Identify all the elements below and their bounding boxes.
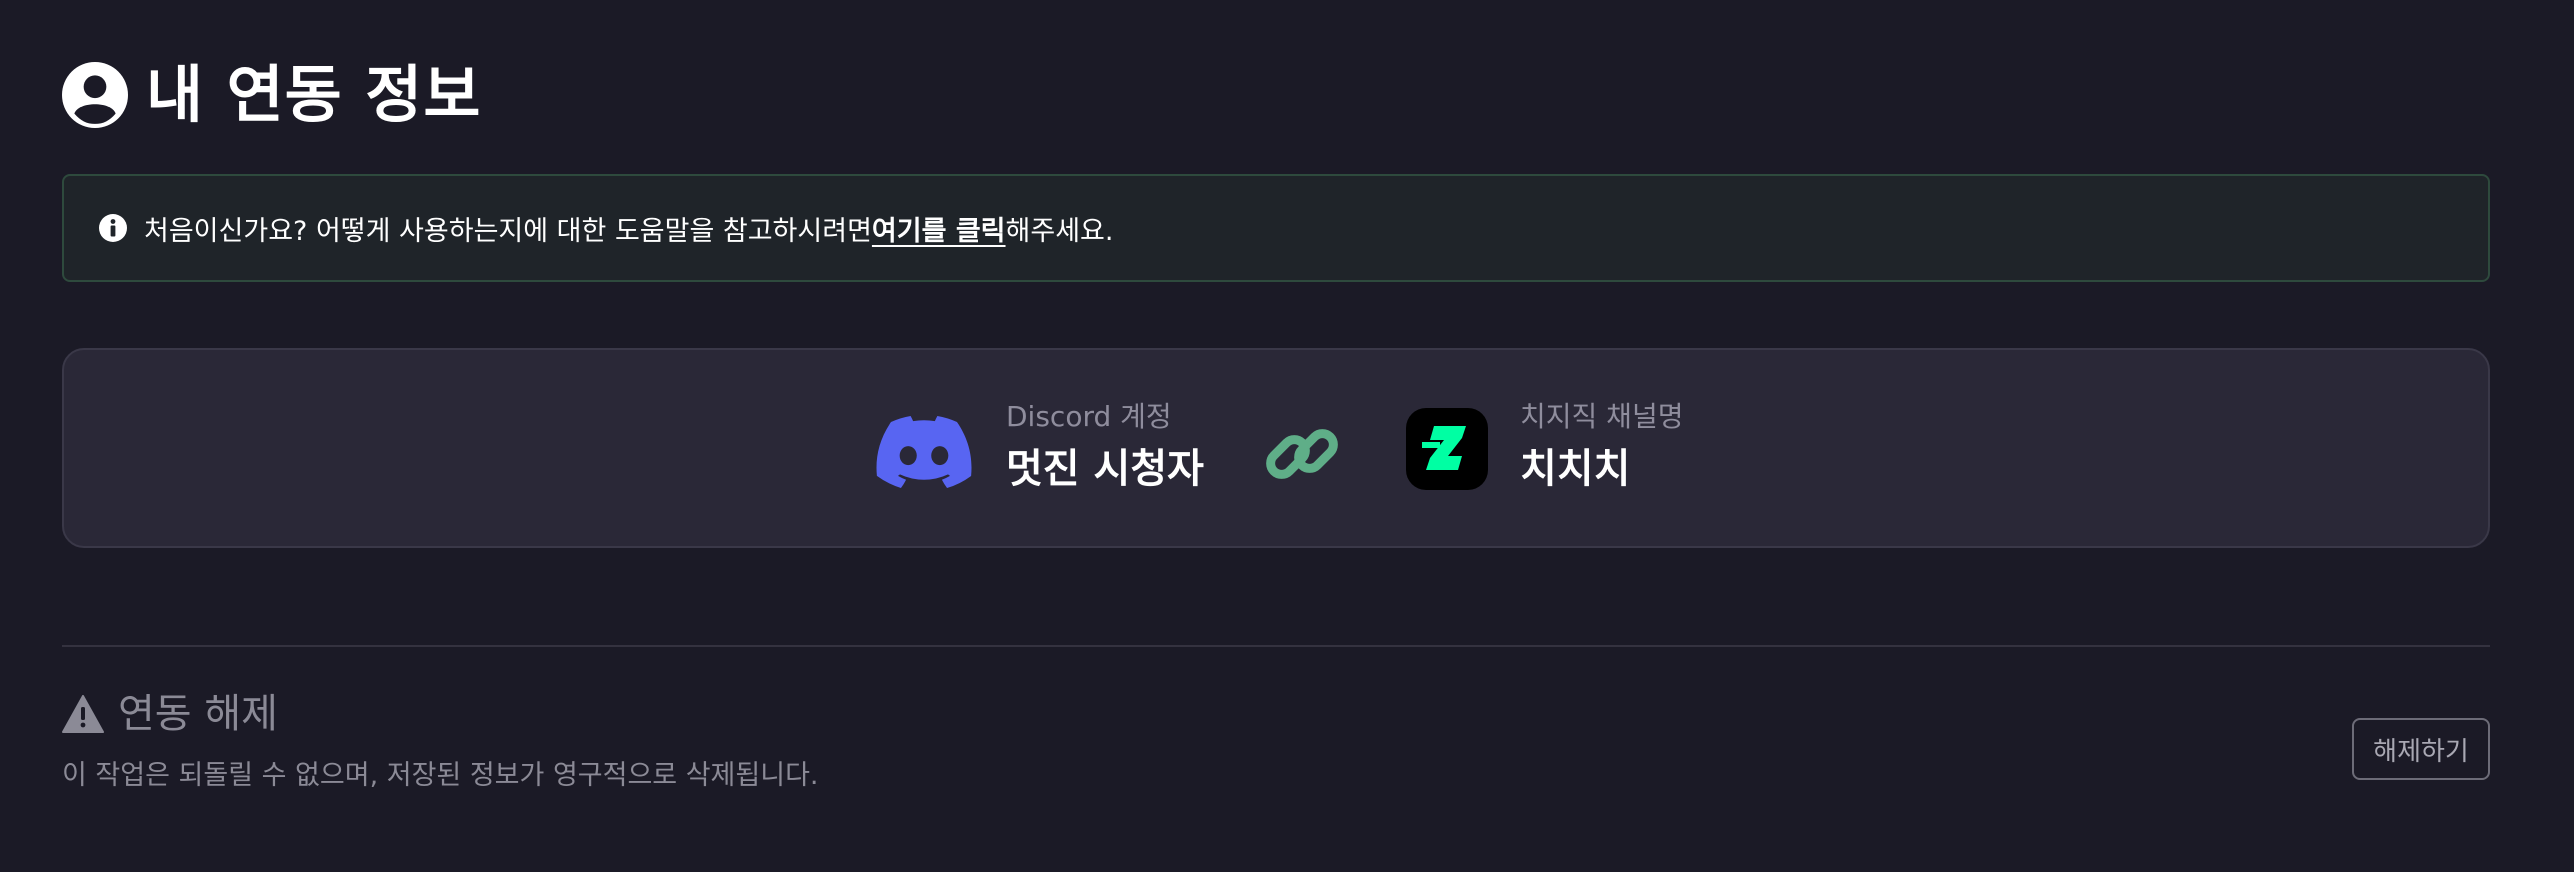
page: 내 연동 정보 처음이신가요? 어떻게 사용하는지에 대한 도움말을 참고하시려…	[0, 0, 2574, 872]
unlink-button[interactable]: 해제하기	[2352, 718, 2490, 780]
alert-text-after: 해주세요.	[1005, 215, 1114, 247]
discord-logo	[876, 416, 972, 488]
unlink-section-header: 연동 해제	[62, 694, 278, 734]
discord-account-label: Discord 계정	[1006, 400, 1172, 433]
unlink-warning-text: 이 작업은 되돌릴 수 없으며, 저장된 정보가 영구적으로 삭제됩니다.	[62, 760, 819, 791]
unlink-section-title: 연동 해제	[118, 691, 278, 737]
warning-triangle-icon	[62, 695, 104, 733]
chzzk-channel-name: 치치치	[1520, 446, 1631, 492]
user-circle-icon	[62, 62, 128, 128]
alert-text-before: 처음이신가요? 어떻게 사용하는지에 대한 도움말을 참고하시려면	[144, 215, 872, 247]
chzzk-logo	[1406, 408, 1488, 490]
chzzk-account: 치지직 채널명 치치치	[1520, 400, 1684, 492]
discord-account: Discord 계정 멋진 시청자	[1006, 400, 1204, 492]
help-link[interactable]: 여기를 클릭	[872, 209, 1006, 248]
section-divider	[62, 645, 2490, 647]
chzzk-channel-label: 치지직 채널명	[1520, 400, 1684, 433]
page-title: 내 연동 정보	[146, 58, 482, 131]
discord-account-name: 멋진 시청자	[1006, 446, 1204, 492]
page-header: 내 연동 정보	[62, 62, 481, 128]
chain-link-icon	[1266, 429, 1338, 479]
info-circle-icon	[99, 214, 127, 242]
help-alert: 처음이신가요? 어떻게 사용하는지에 대한 도움말을 참고하시려면 여기를 클릭…	[62, 174, 2490, 282]
